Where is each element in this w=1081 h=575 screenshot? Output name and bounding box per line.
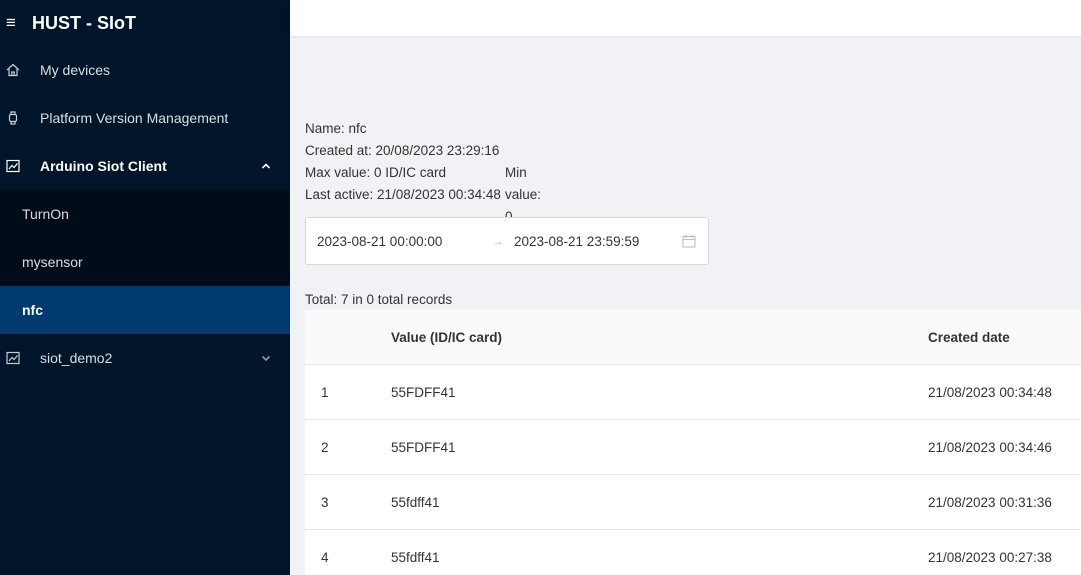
row-index: 4: [321, 549, 329, 565]
home-icon: [6, 63, 20, 77]
device-created-at: Created at: 20/08/2023 23:29:16: [305, 143, 500, 158]
row-index: 1: [321, 384, 329, 400]
sidebar-subitem-label: TurnOn: [22, 206, 69, 222]
chevron-down-icon: [260, 353, 272, 363]
table-header-row: Value (ID/IC card) Created date: [305, 310, 1081, 365]
row-index: 2: [321, 439, 329, 455]
sidebar-item-label: siot_demo2: [40, 350, 113, 366]
sidebar-item-arduino-siot-client[interactable]: Arduino Siot Client: [0, 142, 290, 190]
row-date: 21/08/2023 00:34:48: [928, 384, 1052, 400]
row-value: 55fdff41: [391, 494, 440, 510]
calendar-icon[interactable]: [682, 234, 696, 248]
sidebar-item-label: Platform Version Management: [40, 110, 229, 126]
device-last-active: Last active: 21/08/2023 00:34:48: [305, 187, 501, 202]
range-arrow-icon: →: [492, 234, 504, 248]
sidebar-subitem-label: nfc: [22, 302, 43, 318]
sidebar-item-my-devices[interactable]: My devices: [0, 46, 290, 94]
row-value: 55fdff41: [391, 549, 440, 565]
table-row: 3 55fdff41 21/08/2023 00:31:36: [305, 475, 1081, 530]
table-row: 4 55fdff41 21/08/2023 00:27:38: [305, 530, 1081, 575]
watch-icon: [6, 111, 20, 125]
sidebar-item-label: Arduino Siot Client: [40, 158, 167, 174]
total-records: Total: 7 in 0 total records: [305, 292, 453, 307]
column-header-value[interactable]: Value (ID/IC card): [391, 330, 928, 345]
sidebar-item-siot-demo2[interactable]: siot_demo2: [0, 334, 290, 382]
row-date: 21/08/2023 00:34:46: [928, 439, 1052, 455]
column-header-date[interactable]: Created date: [928, 330, 1081, 345]
date-range-picker[interactable]: 2023-08-21 00:00:00 → 2023-08-21 23:59:5…: [305, 217, 709, 265]
row-value: 55FDFF41: [391, 439, 456, 455]
device-max-value: Max value: 0 ID/IC card: [305, 165, 447, 180]
table-row: 1 55FDFF41 21/08/2023 00:34:48: [305, 365, 1081, 420]
line-chart-icon: [6, 159, 20, 173]
sidebar-item-platform-version[interactable]: Platform Version Management: [0, 94, 290, 142]
device-name: Name: nfc: [305, 121, 367, 136]
range-end-input[interactable]: 2023-08-21 23:59:59: [514, 234, 639, 249]
sidebar-subitem-turnon[interactable]: TurnOn: [0, 190, 290, 238]
sidebar-item-label: My devices: [40, 62, 111, 78]
table-row: 2 55FDFF41 21/08/2023 00:34:46: [305, 420, 1081, 475]
menu-toggle-icon[interactable]: ≡: [6, 13, 26, 33]
row-date: 21/08/2023 00:27:38: [928, 549, 1052, 565]
device-value-range: Max value: 0 ID/IC card Min value: 0 ID/…: [305, 162, 541, 268]
chevron-up-icon: [260, 161, 272, 171]
sidebar-subitem-label: mysensor: [22, 254, 83, 270]
app-title: HUST - SIoT: [32, 12, 136, 33]
sidebar-subitem-nfc[interactable]: nfc: [0, 286, 290, 334]
row-value: 55FDFF41: [391, 384, 456, 400]
range-start-input[interactable]: 2023-08-21 00:00:00: [317, 234, 442, 249]
records-table: Value (ID/IC card) Created date 1 55FDFF…: [305, 310, 1081, 575]
row-index: 3: [321, 494, 329, 510]
submenu-arduino-siot-client: TurnOn mysensor nfc: [0, 190, 290, 334]
sidebar-subitem-mysensor[interactable]: mysensor: [0, 238, 290, 286]
top-header-bar: [290, 0, 1081, 36]
line-chart-icon: [6, 351, 20, 365]
sidebar-header: ≡ HUST - SIoT: [0, 0, 290, 46]
sidebar: ≡ HUST - SIoT My devices Platform Versio…: [0, 0, 290, 575]
row-date: 21/08/2023 00:31:36: [928, 494, 1052, 510]
device-info: Name: nfc Created at: 20/08/2023 23:29:1…: [305, 118, 541, 268]
